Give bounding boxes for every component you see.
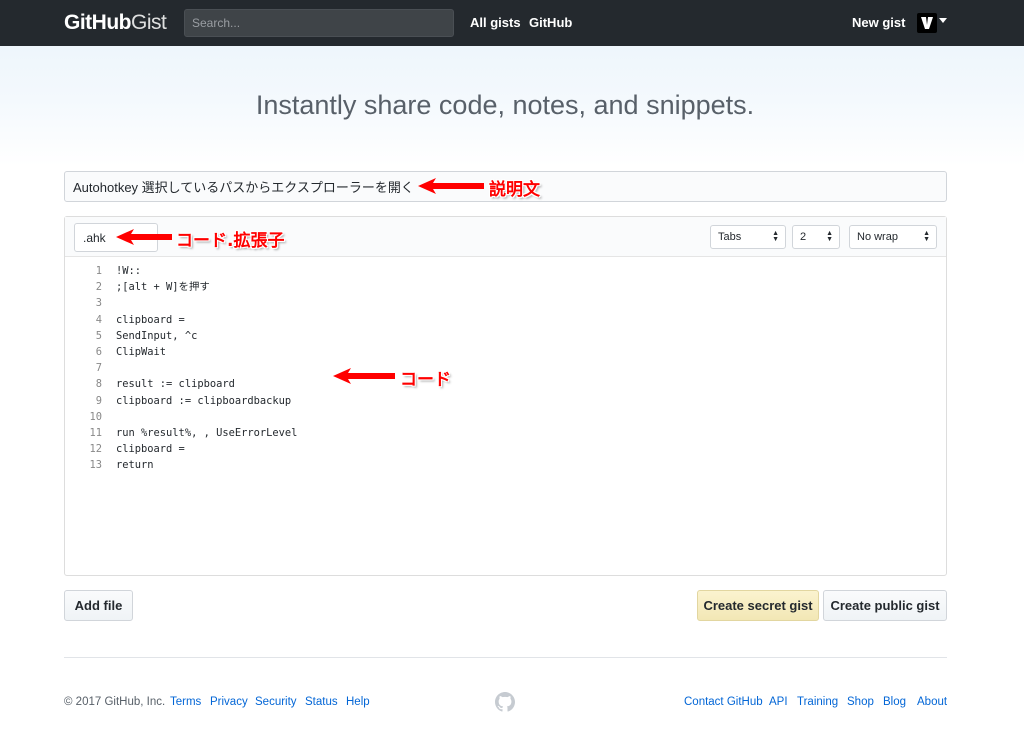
line-number: 10: [89, 410, 102, 423]
nav-all-gists[interactable]: All gists: [470, 15, 521, 30]
code-line[interactable]: 11 run %result%, , UseErrorLevel: [65, 425, 946, 441]
footer-link-shop[interactable]: Shop: [847, 696, 874, 708]
indent-size-value: 2: [800, 231, 807, 243]
line-text: !W::: [116, 265, 142, 277]
nav-github[interactable]: GitHub: [529, 15, 572, 30]
line-number: 11: [89, 426, 102, 439]
footer-link-privacy[interactable]: Privacy: [210, 696, 248, 708]
wrap-mode-value: No wrap: [857, 231, 898, 243]
line-number: 3: [95, 297, 102, 310]
new-gist-link[interactable]: New gist: [852, 15, 905, 30]
line-number: 5: [95, 329, 102, 342]
line-number: 9: [95, 394, 102, 407]
line-number: 12: [89, 443, 102, 456]
code-line[interactable]: 6 ClipWait: [65, 344, 946, 360]
github-octocat-icon[interactable]: [495, 692, 515, 717]
code-line[interactable]: 13 return: [65, 457, 946, 473]
annotation-code-label: コード: [400, 370, 451, 390]
footer-link-contact[interactable]: Contact GitHub: [684, 696, 763, 708]
avatar[interactable]: [917, 13, 937, 33]
code-line[interactable]: 1 !W::: [65, 263, 946, 279]
code-editor[interactable]: 1 !W:: 2 ;[alt + W]を押す 3 4 clipboard = 5 SendInp…: [65, 263, 946, 473]
github-gist-logo[interactable]: GitHubGist: [64, 10, 167, 36]
line-text: run %result%, , UseErrorLevel: [116, 426, 298, 439]
chevron-down-icon[interactable]: [939, 18, 947, 23]
logo-github-text: GitHub: [64, 11, 131, 34]
footer-link-security[interactable]: Security: [255, 696, 297, 708]
add-file-button[interactable]: Add file: [64, 590, 133, 621]
annotation-arrow-filename: [116, 229, 172, 245]
code-line[interactable]: 8 result := clipboard: [65, 376, 946, 392]
select-arrows-icon: ▲ ▼: [826, 230, 833, 243]
footer-link-about[interactable]: About: [917, 696, 947, 708]
code-line[interactable]: 10: [65, 409, 946, 425]
code-line[interactable]: 12 clipboard =: [65, 441, 946, 457]
create-public-gist-button[interactable]: Create public gist: [823, 590, 947, 621]
line-text: ClipWait: [116, 345, 167, 358]
code-line[interactable]: 5 SendInput, ^c: [65, 328, 946, 344]
file-editor: Tabs ▲▼ 2 ▲▼ No wrap ▲▼ 1!W::2;[alt + W]…: [64, 216, 947, 576]
search-input[interactable]: [184, 9, 454, 37]
line-number: 4: [95, 313, 102, 326]
code-line[interactable]: 2 ;[alt + W]を押す: [65, 279, 946, 295]
annotation-description-label: 説明文: [489, 180, 540, 200]
create-secret-gist-button[interactable]: Create secret gist: [697, 590, 819, 621]
line-text: result := clipboard: [116, 378, 235, 391]
footer-divider: [64, 657, 947, 658]
line-number: 2: [95, 281, 102, 294]
footer-link-api[interactable]: API: [769, 696, 788, 708]
select-arrows-icon: ▲ ▼: [772, 230, 779, 243]
annotation-filename-label: コード.拡張子: [176, 231, 285, 251]
code-line[interactable]: 9 clipboard := clipboardbackup: [65, 393, 946, 409]
line-number: 6: [95, 345, 102, 358]
code-line[interactable]: 7: [65, 360, 946, 376]
footer-link-help[interactable]: Help: [346, 696, 370, 708]
octocat-svg: [495, 692, 515, 712]
indent-mode-value: Tabs: [718, 231, 742, 243]
footer-copyright: © 2017 GitHub, Inc.: [64, 696, 166, 708]
line-text: ;[alt + W]を押す: [116, 281, 210, 294]
wrap-mode-select[interactable]: No wrap ▲ ▼: [849, 225, 937, 249]
indent-size-select[interactable]: 2 ▲ ▼: [792, 225, 840, 249]
footer-link-status[interactable]: Status: [305, 696, 338, 708]
code-line[interactable]: 4 clipboard =: [65, 312, 946, 328]
footer-link-blog[interactable]: Blog: [883, 696, 906, 708]
line-text: clipboard =: [116, 313, 185, 326]
line-number: 7: [95, 362, 102, 375]
line-text: clipboard =: [116, 443, 185, 456]
line-text: SendInput, ^c: [116, 329, 198, 342]
line-number: 1: [95, 265, 102, 277]
site-header: GitHubGist All gists GitHub New gist: [0, 0, 1024, 46]
select-arrows-icon: ▲ ▼: [923, 230, 930, 243]
page-title: Instantly share code, notes, and snippet…: [255, 90, 755, 120]
line-text: clipboard := clipboardbackup: [116, 394, 292, 407]
code-line[interactable]: 3: [65, 295, 946, 311]
avatar-image: [921, 17, 933, 29]
logo-gist-text: Gist: [130, 11, 167, 34]
line-text: return: [116, 459, 154, 472]
annotation-arrow-description: [418, 178, 484, 194]
line-number: 8: [95, 378, 102, 391]
indent-mode-select[interactable]: Tabs ▲ ▼: [710, 225, 786, 249]
footer-link-training[interactable]: Training: [797, 696, 838, 708]
footer-link-terms[interactable]: Terms: [170, 696, 201, 708]
line-number: 13: [89, 459, 102, 472]
annotation-arrow-code: [333, 368, 395, 384]
